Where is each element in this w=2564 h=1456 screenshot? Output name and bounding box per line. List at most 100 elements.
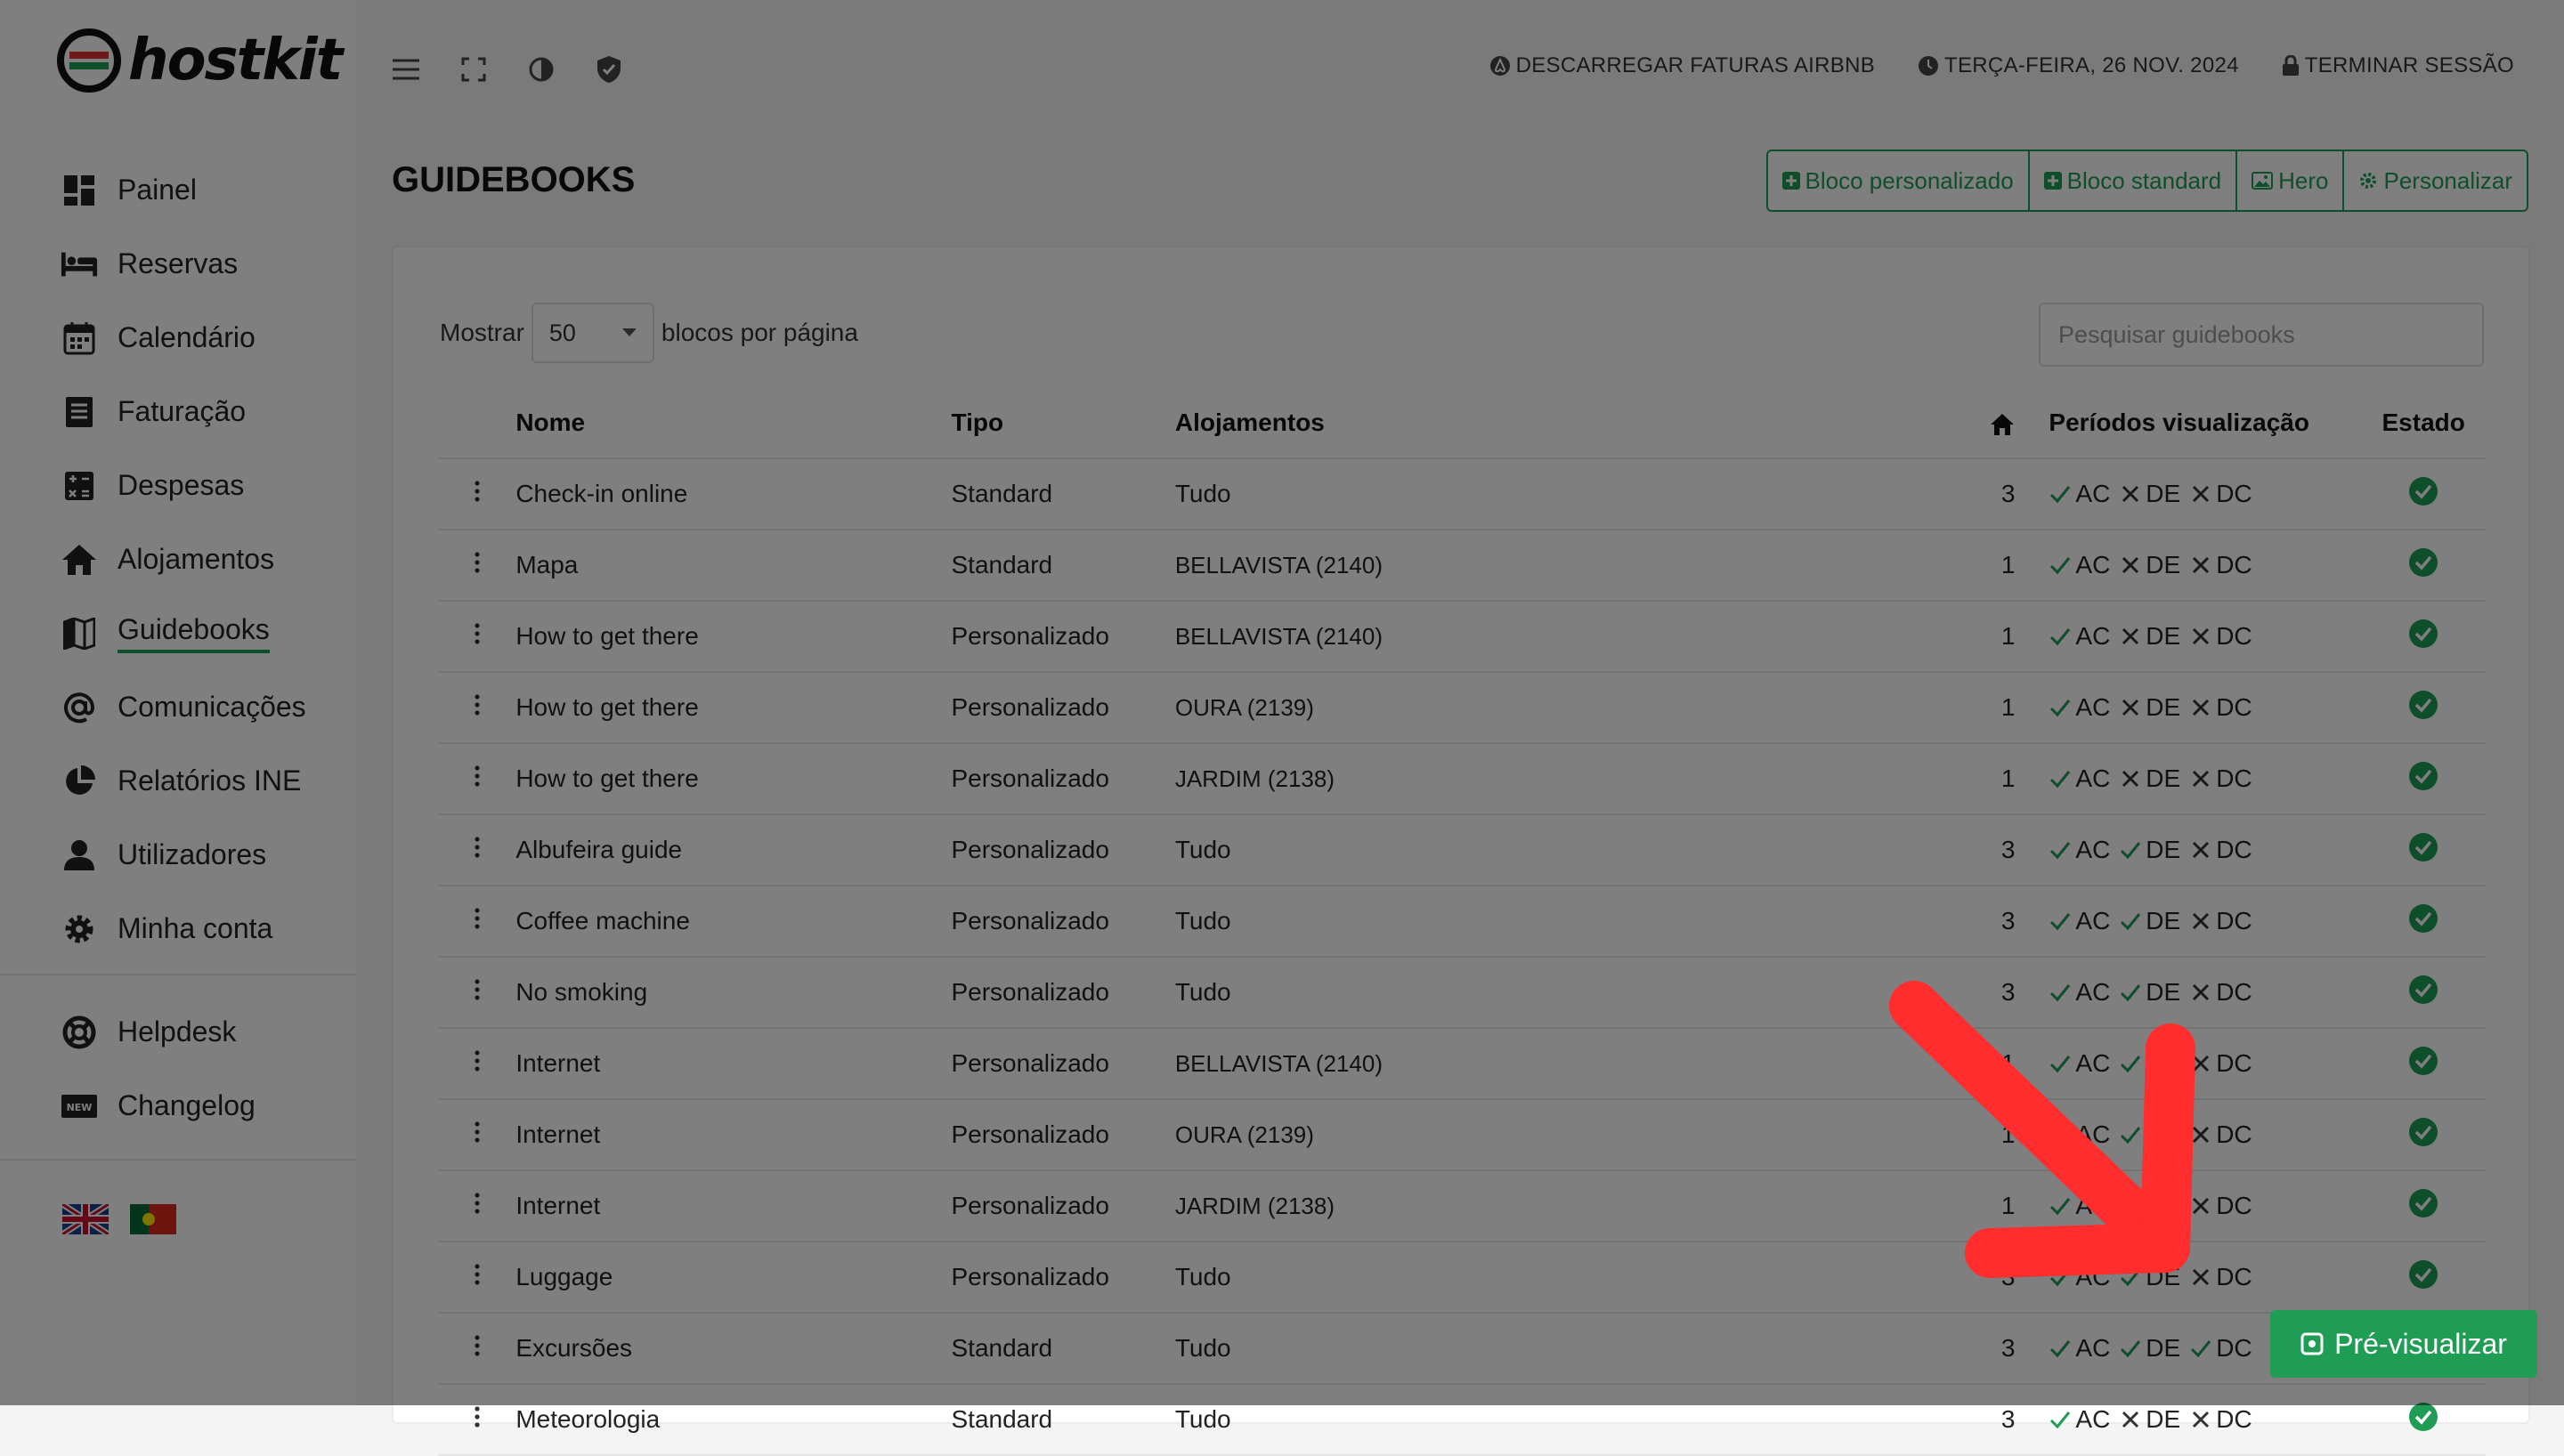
row-actions[interactable] [438, 1028, 516, 1100]
sidebar-item-painel[interactable]: Painel [61, 153, 306, 227]
row-actions[interactable] [438, 1384, 516, 1456]
cell-status[interactable] [2361, 814, 2486, 886]
sidebar-nav: Painel Reservas Calendário Faturação Despesa… [61, 153, 306, 966]
fullscreen-icon[interactable] [456, 52, 491, 87]
cell-status[interactable] [2361, 672, 2486, 744]
sidebar-item-helpdesk[interactable]: Helpdesk [61, 995, 256, 1069]
row-actions[interactable] [438, 957, 516, 1029]
cell-name[interactable]: Internet [515, 1170, 952, 1242]
customize-button[interactable]: Personalizar [2344, 151, 2527, 210]
sidebar-item-label: Guidebooks [118, 613, 270, 653]
cell-name[interactable]: Mapa [515, 530, 952, 602]
cell-name[interactable]: Check-in online [515, 458, 952, 530]
header-type[interactable]: Tipo [951, 388, 1175, 459]
row-actions[interactable] [438, 886, 516, 958]
row-actions[interactable] [438, 743, 516, 815]
row-actions[interactable] [438, 530, 516, 602]
cell-status[interactable] [2361, 743, 2486, 815]
standard-block-button[interactable]: Bloco standard [2030, 151, 2238, 210]
menu-icon[interactable] [388, 52, 424, 87]
row-actions[interactable] [438, 458, 516, 530]
cell-name[interactable]: How to get there [515, 601, 952, 673]
cell-properties: Tudo [1174, 1313, 1953, 1385]
cell-name[interactable]: How to get there [515, 672, 952, 744]
contrast-icon[interactable] [523, 52, 559, 87]
header-properties[interactable]: Alojamentos [1174, 388, 1953, 459]
flag-portugal-icon[interactable] [130, 1204, 176, 1234]
row-actions[interactable] [438, 1170, 516, 1242]
cell-name[interactable]: Internet [515, 1099, 952, 1171]
header-property-count[interactable] [1952, 388, 2023, 459]
cell-status[interactable] [2361, 1384, 2486, 1456]
period-label: DE [2146, 1405, 2181, 1433]
custom-block-button[interactable]: Bloco personalizado [1768, 151, 2030, 210]
cell-status[interactable] [2361, 458, 2486, 530]
table-row[interactable]: Coffee machine Personalizado Tudo 3 AC DE DC [438, 886, 2486, 958]
row-actions[interactable] [438, 1242, 516, 1314]
table-row[interactable]: Albufeira guide Personalizado Tudo 3 AC DE DC [438, 814, 2486, 886]
sidebar-item-alojamentos[interactable]: Alojamentos [61, 522, 306, 596]
cell-properties: Tudo [1174, 1384, 1953, 1456]
row-actions[interactable] [438, 601, 516, 673]
cell-status[interactable] [2361, 601, 2486, 673]
kebab-menu-icon [475, 978, 480, 1000]
sidebar-item-despesas[interactable]: Despesas [61, 449, 306, 522]
search-input[interactable] [2039, 303, 2484, 367]
eye-icon [2300, 1332, 2324, 1355]
table-row[interactable]: Check-in online Standard Tudo 3 AC DE DC [438, 458, 2486, 530]
cell-name[interactable]: Luggage [515, 1242, 952, 1314]
download-airbnb-link[interactable]: DESCARREGAR FATURAS AIRBNB [1489, 53, 1875, 78]
cell-properties: JARDIM (2138) [1174, 1170, 1953, 1242]
sidebar-item-utilizadores[interactable]: Utilizadores [61, 818, 306, 892]
header-name[interactable]: Nome [515, 388, 952, 459]
header-status[interactable]: Estado [2361, 388, 2486, 459]
table-row[interactable]: Mapa Standard BELLAVISTA (2140) 1 AC DE DC [438, 530, 2486, 602]
sidebar-item-relatorios-ine[interactable]: Relatórios INE [61, 744, 306, 818]
row-actions[interactable] [438, 1313, 516, 1385]
table-row[interactable]: How to get there Personalizado JARDIM (213… [438, 743, 2486, 815]
cell-status[interactable] [2361, 1028, 2486, 1100]
table-row[interactable]: How to get there Personalizado BELLAVISTA … [438, 601, 2486, 673]
cell-name[interactable]: Internet [515, 1028, 952, 1100]
sidebar-item-changelog[interactable]: NEW Changelog [61, 1069, 256, 1143]
cell-name[interactable]: Coffee machine [515, 886, 952, 958]
cell-name[interactable]: Excursões [515, 1313, 952, 1385]
table-row[interactable]: Excursões Standard Tudo 3 AC DE DC [438, 1313, 2486, 1385]
sidebar-item-guidebooks[interactable]: Guidebooks [61, 596, 306, 670]
row-actions[interactable] [438, 672, 516, 744]
header-periods[interactable]: Períodos visualização [2022, 388, 2362, 459]
row-actions[interactable] [438, 1099, 516, 1171]
sidebar-item-reservas[interactable]: Reservas [61, 227, 306, 301]
cell-property-count: 1 [1952, 743, 2023, 815]
cell-properties: BELLAVISTA (2140) [1174, 1028, 1953, 1100]
cell-properties: Tudo [1174, 1242, 1953, 1314]
sidebar-item-comunicacoes[interactable]: Comunicações [61, 670, 306, 744]
logo[interactable]: hostkit [55, 27, 343, 94]
cell-name[interactable]: Meteorologia [515, 1384, 952, 1456]
table-row[interactable]: How to get there Personalizado OURA (2139)… [438, 672, 2486, 744]
sidebar-item-faturacao[interactable]: Faturação [61, 375, 306, 449]
per-page-select[interactable]: 50 [531, 303, 654, 363]
cell-name[interactable]: How to get there [515, 743, 952, 815]
cell-status[interactable] [2361, 886, 2486, 958]
flag-uk-icon[interactable] [62, 1204, 109, 1234]
sidebar-item-minha-conta[interactable]: Minha conta [61, 892, 306, 966]
cell-status[interactable] [2361, 1242, 2486, 1314]
cross-icon [2119, 482, 2142, 506]
cell-name[interactable]: No smoking [515, 957, 952, 1029]
row-actions[interactable] [438, 814, 516, 886]
shield-icon[interactable] [591, 52, 627, 87]
sidebar-item-calendario[interactable]: Calendário [61, 301, 306, 375]
table-row[interactable]: Meteorologia Standard Tudo 3 AC DE DC [438, 1384, 2486, 1456]
cell-periods: AC DE DC [2022, 530, 2362, 602]
cell-status[interactable] [2361, 1170, 2486, 1242]
cell-status[interactable] [2361, 1099, 2486, 1171]
cell-status[interactable] [2361, 530, 2486, 602]
topbar: DESCARREGAR FATURAS AIRBNB TERÇA-FEIRA, … [356, 0, 2564, 133]
cell-name[interactable]: Albufeira guide [515, 814, 952, 886]
preview-button[interactable]: Pré-visualizar [2270, 1310, 2537, 1378]
cell-status[interactable] [2361, 957, 2486, 1029]
logout-link[interactable]: TERMINAR SESSÃO [2282, 53, 2514, 78]
hero-button[interactable]: Hero [2237, 151, 2345, 210]
cell-type: Standard [951, 1313, 1175, 1385]
